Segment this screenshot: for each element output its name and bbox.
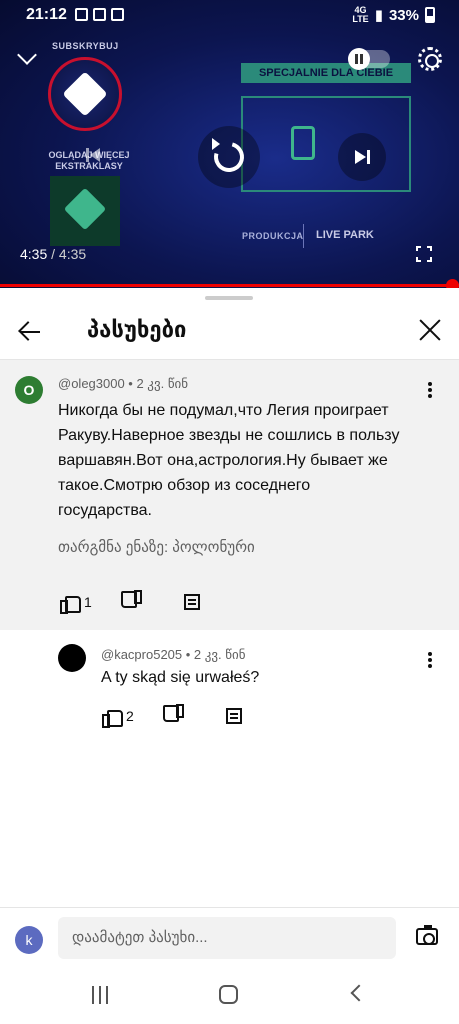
panel-title: პასუხები bbox=[87, 317, 187, 342]
like-icon[interactable] bbox=[60, 593, 81, 614]
replies-panel: პასუხები O @oleg3000 • 2 კვ. წინ Никогда… bbox=[0, 288, 459, 1024]
close-icon[interactable] bbox=[418, 318, 442, 342]
comment-meta: @kacpro5205 • 2 კვ. წინ bbox=[101, 647, 246, 662]
scrubber-handle[interactable] bbox=[446, 279, 459, 288]
replay-arrow-icon bbox=[212, 138, 220, 150]
avatar[interactable] bbox=[58, 644, 86, 672]
next-icon[interactable] bbox=[338, 133, 386, 181]
back-icon[interactable] bbox=[350, 984, 368, 1002]
comment-text: A ty skąd się urwałeś? bbox=[101, 669, 260, 686]
fullscreen-icon[interactable] bbox=[416, 246, 432, 262]
main-comment: O @oleg3000 • 2 კვ. წინ Никогда бы не по… bbox=[0, 360, 459, 630]
video-player[interactable]: 21:12 4G LTE ▮ 33% SUBSKRYBUJ OGLĄDAJ WI… bbox=[0, 0, 459, 288]
ekstraklasa-thumbnail bbox=[50, 176, 120, 246]
production-label: PRODUKCJA bbox=[242, 231, 304, 241]
recent-apps-icon[interactable] bbox=[92, 986, 108, 1004]
camera-icon[interactable] bbox=[416, 925, 438, 945]
comment-meta: @oleg3000 • 2 კვ. წინ bbox=[58, 376, 189, 391]
media-notification-icon bbox=[93, 8, 106, 21]
more-options-icon[interactable] bbox=[428, 652, 432, 668]
composer-divider bbox=[0, 907, 459, 908]
settings-gear-icon[interactable] bbox=[418, 47, 442, 71]
status-right: 4G LTE ▮ 33% bbox=[352, 6, 435, 24]
notification-icons bbox=[75, 8, 124, 21]
like-icon[interactable] bbox=[102, 707, 123, 728]
comment-text: Никогда бы не подумал,что Легия проиграе… bbox=[58, 402, 400, 519]
dislike-icon[interactable] bbox=[166, 707, 184, 725]
network-indicator: 4G LTE bbox=[352, 6, 368, 24]
home-icon[interactable] bbox=[219, 985, 238, 1004]
avatar[interactable]: O bbox=[15, 376, 43, 404]
signal-icon: ▮ bbox=[374, 7, 383, 24]
reply-icon[interactable] bbox=[225, 708, 242, 724]
replay-button[interactable] bbox=[198, 126, 260, 188]
previous-icon[interactable] bbox=[86, 148, 102, 162]
current-time: 4:35 bbox=[20, 246, 48, 262]
comment-actions: 1 bbox=[60, 593, 200, 614]
minimize-chevron-icon[interactable] bbox=[17, 45, 37, 65]
like-count: 2 bbox=[126, 708, 134, 724]
duration: 4:35 bbox=[58, 246, 87, 262]
panel-header: პასუხები bbox=[0, 308, 459, 358]
back-arrow-icon[interactable] bbox=[18, 320, 42, 344]
autoplay-toggle[interactable] bbox=[348, 48, 390, 70]
timecode: 4:35 / 4:35 bbox=[20, 246, 86, 262]
divider bbox=[303, 224, 304, 248]
play-store-icon bbox=[111, 8, 124, 21]
progress-bar[interactable] bbox=[0, 284, 459, 287]
comment-actions: 2 bbox=[102, 707, 242, 728]
user-avatar: k bbox=[15, 926, 43, 954]
battery-percent: 33% bbox=[388, 6, 419, 24]
more-options-icon[interactable] bbox=[428, 382, 432, 398]
club-crest-icon bbox=[291, 126, 315, 160]
status-bar: 21:12 4G LTE ▮ 33% bbox=[0, 0, 459, 30]
reply-input[interactable]: დაამატეთ პასუხი... bbox=[58, 917, 396, 959]
battery-icon bbox=[425, 7, 435, 23]
ekstraklasa-logo bbox=[48, 57, 122, 131]
pause-icon bbox=[348, 48, 370, 70]
drag-handle[interactable] bbox=[205, 296, 253, 300]
sponsor-label: LIVE PARK bbox=[316, 229, 374, 241]
reply-icon[interactable] bbox=[183, 594, 200, 610]
status-time: 21:12 bbox=[26, 6, 67, 23]
image-notification-icon bbox=[75, 8, 88, 21]
network-sub-label: LTE bbox=[352, 14, 369, 24]
time-separator: / bbox=[47, 246, 59, 262]
promo-box bbox=[241, 96, 411, 192]
subscribe-text: SUBSKRYBUJ bbox=[52, 41, 119, 51]
like-count: 1 bbox=[84, 594, 92, 610]
system-nav-bar bbox=[0, 970, 459, 1024]
dislike-icon[interactable] bbox=[124, 593, 142, 611]
translate-link[interactable]: თარგმნა ენაზე: პოლონური bbox=[58, 538, 255, 556]
